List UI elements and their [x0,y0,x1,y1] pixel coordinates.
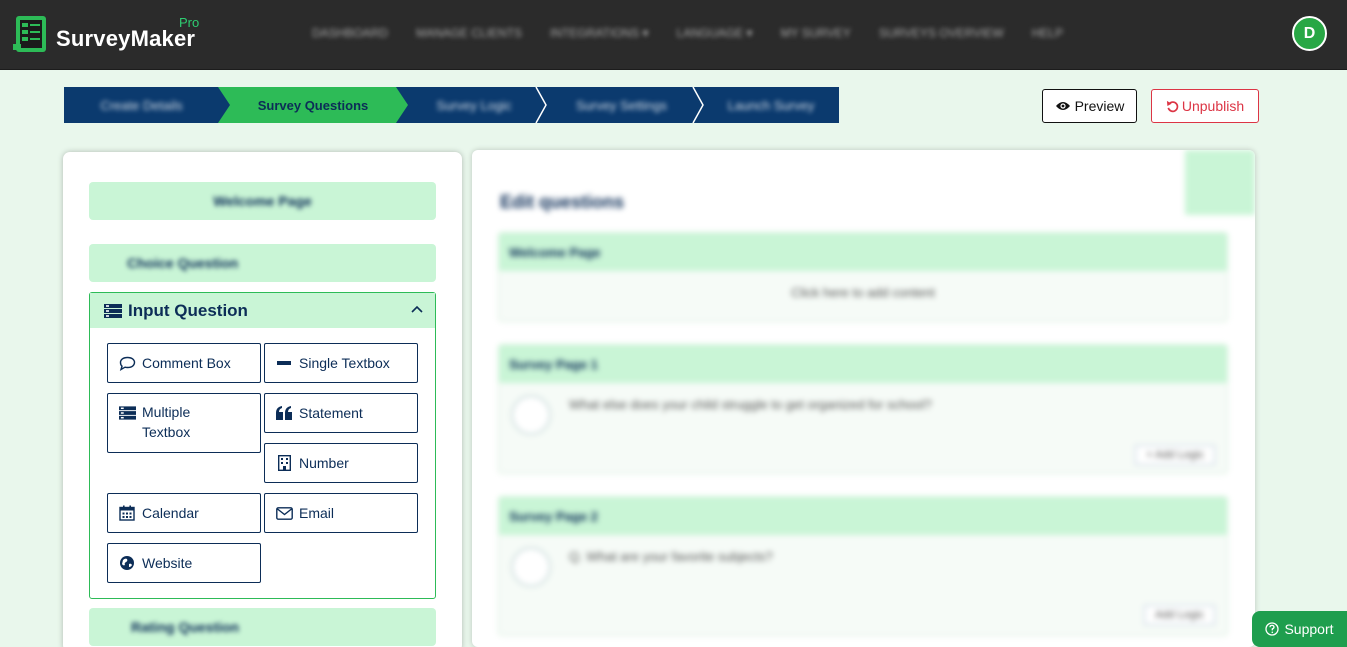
nav-item-manage-clients[interactable]: MANAGE CLIENTS [416,26,522,40]
nav-item-help[interactable]: HELP [1032,26,1063,40]
calendar-icon [118,504,136,522]
multiple-textbox-button[interactable]: Multiple Textbox [107,393,261,453]
input-question-group: Input Question Comment Box Single Textbo… [89,292,436,599]
undo-icon [1166,100,1179,112]
step-separator [692,87,704,123]
nav-item-dashboard[interactable]: DASHBOARD [312,26,388,40]
rating-question-group[interactable]: Rating Question [89,608,436,646]
support-button[interactable]: Support [1252,611,1347,647]
building-icon [275,454,293,472]
number-button[interactable]: Number [264,443,418,483]
brand-pro-badge: Pro [179,15,200,30]
question-circle-icon [1265,622,1280,636]
canvas-title: Edit questions [500,192,625,212]
calendar-button[interactable]: Calendar [107,493,261,533]
website-button[interactable]: Website [107,543,261,583]
question-types-panel: Welcome Page Choice Question Input Quest… [63,152,462,647]
multi-textbox-icon [118,404,136,422]
step-create-details[interactable]: Create Details [64,87,219,123]
input-question-title: Input Question [128,300,248,320]
main-nav: DASHBOARD MANAGE CLIENTS INTEGRATIONS ▾ … [312,26,1063,40]
top-navbar: SurveyMaker Pro DASHBOARD MANAGE CLIENTS… [0,0,1347,70]
globe-icon [118,554,136,572]
envelope-icon [275,504,293,522]
step-survey-questions[interactable]: Survey Questions [218,87,408,123]
step-survey-settings[interactable]: Survey Settings [549,87,694,123]
welcome-page-section[interactable]: Welcome Page Click here to add content [498,232,1228,322]
survey-page-2-section[interactable]: Survey Page 2 Q. What are your favorite … [498,496,1228,636]
survey-logo-icon [13,16,46,52]
add-logic-button[interactable]: Add Logic [1144,605,1215,625]
brand[interactable]: SurveyMaker Pro [12,14,199,54]
survey-canvas: Edit questions Welcome Page Click here t… [472,150,1255,647]
survey-page-1-section[interactable]: Survey Page 1 What else does your child … [498,344,1228,474]
step-separator [535,87,547,123]
statement-button[interactable]: Statement [264,393,418,433]
eye-icon [1055,102,1070,110]
minus-icon [275,354,293,372]
step-launch-survey[interactable]: Launch Survey [706,87,836,123]
question-number-circle [511,395,551,435]
quote-icon [275,404,293,422]
question-number-circle [511,547,551,587]
survey-steps: Create Details Survey Questions Survey L… [64,87,839,123]
input-question-header[interactable]: Input Question [90,293,435,328]
unpublish-button[interactable]: Unpublish [1151,89,1259,123]
email-button[interactable]: Email [264,493,418,533]
comment-icon [118,354,136,372]
nav-item-surveys-overview[interactable]: SURVEYS OVERVIEW [879,26,1004,40]
preview-button[interactable]: Preview [1042,89,1137,123]
question-2-text[interactable]: Q. What are your favorite subjects? [499,535,1227,578]
single-textbox-button[interactable]: Single Textbox [264,343,418,383]
welcome-page-item[interactable]: Welcome Page [89,182,436,220]
brand-name: SurveyMaker [56,26,196,51]
nav-item-my-survey[interactable]: MY SURVEY [781,26,851,40]
user-avatar[interactable]: D [1292,16,1327,51]
question-1-text[interactable]: What else does your child struggle to ge… [499,383,1227,426]
comment-box-button[interactable]: Comment Box [107,343,261,383]
add-logic-button[interactable]: + Add Logic [1135,445,1215,465]
choice-question-group[interactable]: Choice Question [89,244,436,282]
chevron-up-icon[interactable] [411,305,423,313]
canvas-corner-decoration [1185,150,1255,215]
step-survey-logic[interactable]: Survey Logic [409,87,539,123]
nav-item-integrations[interactable]: INTEGRATIONS ▾ [550,26,648,40]
input-list-icon [104,303,122,318]
nav-item-language[interactable]: LANGUAGE ▾ [677,26,753,40]
